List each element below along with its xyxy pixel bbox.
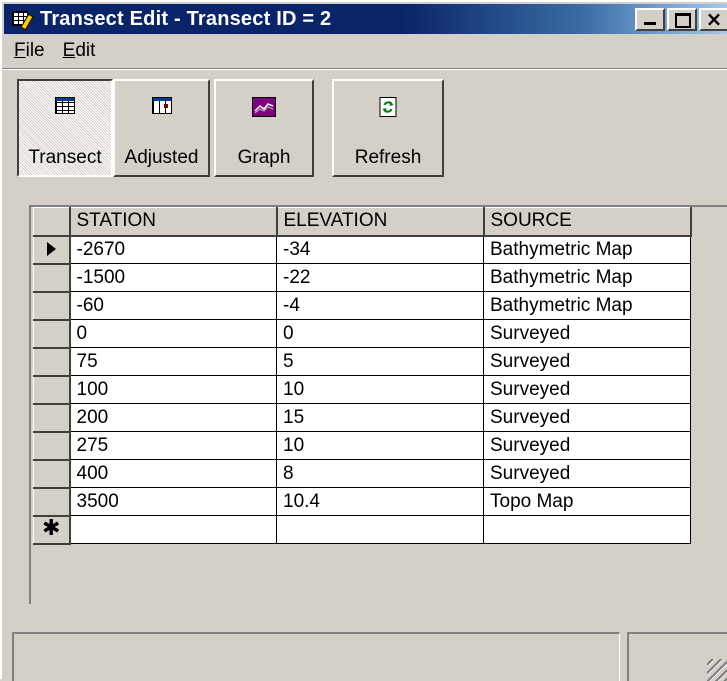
column-header-elevation[interactable]: ELEVATION [276, 207, 485, 237]
close-icon: × [705, 7, 723, 31]
row-selector[interactable] [33, 487, 71, 517]
minimize-button[interactable] [635, 8, 665, 31]
station-cell[interactable]: 400 [69, 459, 277, 488]
table-row[interactable]: -60 -4 Bathymetric Map [33, 291, 691, 321]
status-pane-main [12, 632, 620, 681]
table-row[interactable]: 100 10 Surveyed [33, 375, 691, 405]
table-row[interactable]: 275 10 Surveyed [33, 431, 691, 461]
elevation-cell[interactable]: -22 [276, 263, 484, 292]
status-pane-secondary [627, 632, 727, 681]
elevation-cell[interactable]: 10 [276, 375, 484, 404]
row-selector[interactable] [33, 235, 71, 265]
status-bar [4, 632, 727, 681]
table-row[interactable]: 75 5 Surveyed [33, 347, 691, 377]
station-cell[interactable]: -2670 [69, 235, 277, 264]
column-header-source[interactable]: SOURCE [483, 207, 692, 237]
elevation-cell[interactable]: 15 [276, 403, 484, 432]
current-row-arrow-icon [46, 242, 56, 257]
station-cell[interactable]: 0 [69, 319, 277, 348]
source-cell[interactable]: Bathymetric Map [483, 263, 691, 292]
header-row: STATION ELEVATION SOURCE [33, 207, 692, 237]
station-cell[interactable]: 3500 [69, 487, 277, 516]
menu-separator [2, 68, 727, 70]
elevation-cell[interactable]: -4 [276, 291, 484, 320]
resize-grip-icon[interactable] [707, 659, 727, 681]
source-cell[interactable] [483, 515, 691, 544]
new-record-asterisk-icon: ✱ [42, 515, 61, 541]
station-cell[interactable]: 100 [69, 375, 277, 404]
row-selector[interactable] [33, 319, 71, 349]
data-table: STATION ELEVATION SOURCE -2670 -34 Bathy… [33, 207, 692, 545]
station-cell[interactable] [69, 515, 277, 544]
adjusted-table-icon [151, 97, 172, 114]
transect-data-grid[interactable]: STATION ELEVATION SOURCE -2670 -34 Bathy… [29, 205, 727, 604]
elevation-cell[interactable]: 8 [276, 459, 484, 488]
graph-icon [252, 97, 276, 117]
station-cell[interactable]: 200 [69, 403, 277, 432]
row-selector[interactable] [33, 375, 71, 405]
refresh-icon [379, 97, 397, 117]
table-row[interactable]: 200 15 Surveyed [33, 403, 691, 433]
menu-edit[interactable]: Edit [53, 40, 104, 62]
transect-edit-window: Transect Edit - Transect ID = 2 × File E… [0, 0, 727, 681]
new-record-row[interactable]: ✱ [33, 515, 691, 545]
elevation-cell[interactable]: 0 [276, 319, 484, 348]
table-row[interactable]: 400 8 Surveyed [33, 459, 691, 489]
app-icon [12, 10, 34, 31]
elevation-cell[interactable] [276, 515, 484, 544]
station-cell[interactable]: -60 [69, 291, 277, 320]
elevation-cell[interactable]: 10 [276, 431, 484, 460]
source-cell[interactable]: Surveyed [483, 375, 691, 404]
graph-button[interactable]: Graph [214, 79, 314, 177]
transect-button[interactable]: Transect [17, 79, 113, 177]
title-bar[interactable]: Transect Edit - Transect ID = 2 × [4, 4, 727, 34]
source-cell[interactable]: Surveyed [483, 319, 691, 348]
menu-file[interactable]: File [4, 40, 53, 62]
refresh-button[interactable]: Refresh [332, 79, 444, 177]
elevation-cell[interactable]: 5 [276, 347, 484, 376]
row-selector[interactable] [33, 263, 71, 293]
elevation-cell[interactable]: -34 [276, 235, 484, 264]
source-cell[interactable]: Surveyed [483, 347, 691, 376]
row-selector[interactable] [33, 431, 71, 461]
source-cell[interactable]: Surveyed [483, 459, 691, 488]
table-row[interactable]: -1500 -22 Bathymetric Map [33, 263, 691, 293]
table-row[interactable]: 3500 10.4 Topo Map [33, 487, 691, 517]
row-selector[interactable] [33, 403, 71, 433]
adjusted-button[interactable]: Adjusted [113, 79, 210, 177]
source-cell[interactable]: Surveyed [483, 431, 691, 460]
window-title: Transect Edit - Transect ID = 2 [40, 7, 332, 30]
maximize-button[interactable] [667, 8, 697, 31]
new-row-selector[interactable]: ✱ [33, 515, 71, 545]
row-selector[interactable] [33, 347, 71, 377]
table-row[interactable]: 0 0 Surveyed [33, 319, 691, 349]
elevation-cell[interactable]: 10.4 [276, 487, 484, 516]
menu-bar: File Edit [4, 36, 727, 66]
station-cell[interactable]: 75 [69, 347, 277, 376]
corner-cell[interactable] [33, 207, 71, 237]
source-cell[interactable]: Bathymetric Map [483, 235, 691, 264]
row-selector[interactable] [33, 291, 71, 321]
source-cell[interactable]: Surveyed [483, 403, 691, 432]
source-cell[interactable]: Topo Map [483, 487, 691, 516]
close-button[interactable]: × [699, 8, 727, 31]
station-cell[interactable]: 275 [69, 431, 277, 460]
station-cell[interactable]: -1500 [69, 263, 277, 292]
row-selector[interactable] [33, 459, 71, 489]
source-cell[interactable]: Bathymetric Map [483, 291, 691, 320]
table-row[interactable]: -2670 -34 Bathymetric Map [33, 235, 691, 265]
column-header-station[interactable]: STATION [69, 207, 278, 237]
table-icon [55, 97, 75, 114]
